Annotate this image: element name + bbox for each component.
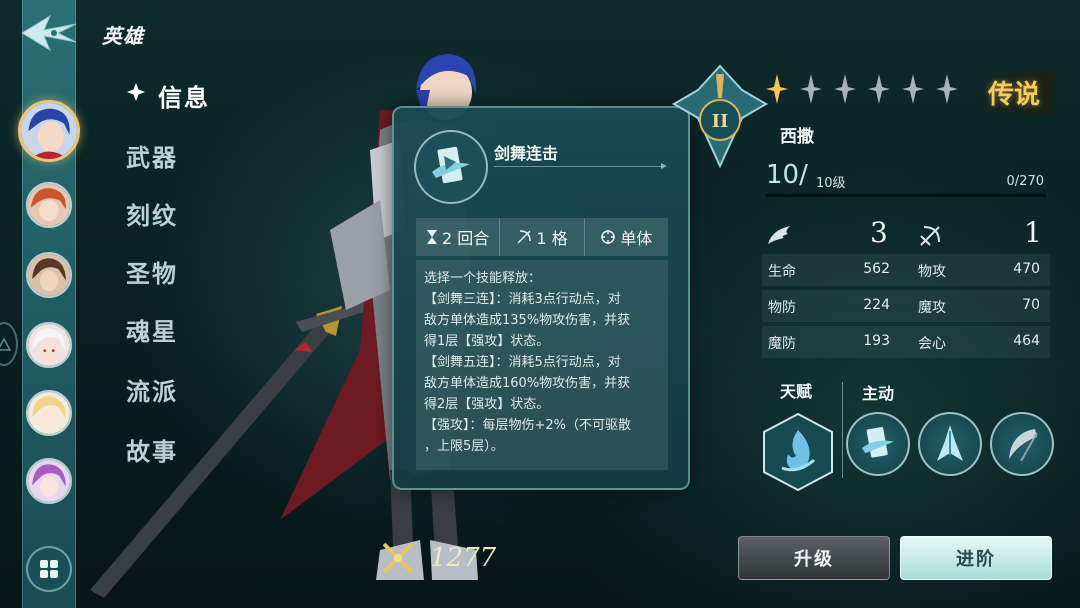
card-swirl-skill-icon <box>432 146 470 184</box>
skill-cooldown-value: 2 回合 <box>442 229 490 248</box>
hourglass-icon <box>427 230 438 244</box>
hero-level: 10/ <box>766 160 808 190</box>
skill-divider-vertical <box>842 382 843 478</box>
skill-description-line: 得1层【强攻】状态。 <box>424 334 550 349</box>
hero-avatar-1[interactable] <box>18 100 80 162</box>
skill-description-line: 【剑舞三连】：消耗3点行动点，对 <box>424 292 621 307</box>
talent-skill-button[interactable] <box>758 412 838 492</box>
crossed-swords-icon <box>382 542 414 574</box>
crosshair-icon <box>601 230 616 244</box>
skill-range: 1 格 <box>500 218 585 256</box>
active-skill-2-button[interactable] <box>918 412 982 476</box>
star-empty-icon <box>800 74 822 104</box>
attack-range-value: 1 <box>1024 216 1042 249</box>
star-empty-icon <box>936 74 958 104</box>
hero-avatar-3[interactable] <box>26 252 72 298</box>
side-ring-icon <box>0 322 18 366</box>
hero-portrait-icon <box>28 184 70 226</box>
skill-target: 单体 <box>585 218 668 256</box>
skill-name: 剑舞连击 <box>494 144 559 163</box>
upgrade-button[interactable]: 升级 <box>738 536 890 580</box>
skill-range-value: 1 格 <box>536 229 568 248</box>
back-button[interactable] <box>14 10 84 56</box>
hero-avatar-6[interactable] <box>26 458 72 504</box>
ice-spire-skill-icon <box>937 425 963 461</box>
hero-list-rail <box>22 0 76 608</box>
movement-value: 3 <box>870 216 888 249</box>
wing-icon <box>768 226 790 244</box>
combat-power-value: 1277 <box>430 543 497 573</box>
rank-emblem-icon: II <box>672 64 768 168</box>
patk-label: 物攻 <box>918 264 946 280</box>
skill-icon-wrap <box>414 130 488 204</box>
skill-target-value: 单体 <box>620 229 653 248</box>
crit-label: 会心 <box>918 336 946 352</box>
bow-icon <box>517 230 532 244</box>
hero-level-max: 10级 <box>816 176 846 191</box>
star-empty-icon <box>834 74 856 104</box>
hero-portrait-icon <box>21 103 77 159</box>
skill-description-line: 选择一个技能释放： <box>424 271 542 286</box>
rank-numeral: II <box>712 111 729 132</box>
hero-name: 西撒 <box>780 127 814 147</box>
star-empty-icon <box>902 74 924 104</box>
hero-avatar-4[interactable] <box>26 322 72 368</box>
skill-divider <box>494 163 667 169</box>
bow-range-icon <box>920 226 940 246</box>
active-skill-1-button[interactable] <box>846 412 910 476</box>
hp-value: 562 <box>863 261 890 277</box>
menu-grid-button[interactable] <box>26 546 72 592</box>
matk-value: 70 <box>1022 297 1040 313</box>
star-rating <box>766 74 958 104</box>
rarity-badge: 传说 <box>972 70 1054 114</box>
skill-description-line: ，上限5层）。 <box>424 439 504 454</box>
hero-avatar-2[interactable] <box>26 182 72 228</box>
grid-icon <box>40 560 58 578</box>
attr-row-move: 3 1 <box>762 216 1050 252</box>
exp-counter: 0/270 <box>1006 174 1044 189</box>
skill-description-line: 【剑舞五连】：消耗5点行动点，对 <box>424 355 621 370</box>
hero-portrait-icon <box>28 392 70 434</box>
skill-stat-row: 2 回合 1 格 单体 <box>416 218 668 256</box>
combat-power: 1277 <box>380 540 496 576</box>
matk-label: 魔攻 <box>918 300 946 316</box>
hero-portrait-icon <box>28 324 70 366</box>
active-skill-3-button[interactable] <box>990 412 1054 476</box>
crescent-slash-skill-icon <box>1009 429 1038 462</box>
page-title: 英雄 <box>102 24 144 48</box>
exp-bar <box>766 194 1046 197</box>
star-filled-icon <box>766 74 788 104</box>
skill-description-line: 【强攻】：每层物伤+2%（不可驱散 <box>424 418 632 433</box>
patk-value: 470 <box>1013 261 1040 277</box>
mdef-value: 193 <box>863 333 890 349</box>
skill-detail-panel: 剑舞连击 2 回合 1 格 单体 选择一个技能释放： 【剑舞三连】：消耗3点行动… <box>392 106 690 490</box>
winged-arrow-back-icon <box>21 14 77 52</box>
skill-description: 选择一个技能释放： 【剑舞三连】：消耗3点行动点，对 敌方单体造成135%物攻伤… <box>416 260 668 470</box>
hero-portrait-icon <box>28 254 70 296</box>
attribute-panel: 3 1 生命 562 物攻 470 物防 224 魔攻 70 魔防 193 会心… <box>762 216 1050 358</box>
skill-description-line: 敌方单体造成160%物攻伤害，并获 <box>424 376 631 391</box>
hero-portrait-icon <box>28 460 70 502</box>
attr-row-3: 魔防 193 会心 464 <box>762 326 1050 358</box>
hp-label: 生命 <box>768 264 796 280</box>
advance-button[interactable]: 进阶 <box>900 536 1052 580</box>
pdef-label: 物防 <box>768 300 796 316</box>
skill-description-line: 得2层【强攻】状态。 <box>424 397 550 412</box>
card-swirl-skill-icon <box>862 427 894 458</box>
attr-row-2: 物防 224 魔攻 70 <box>762 290 1050 322</box>
talent-section-title: 天赋 <box>780 382 813 401</box>
attr-row-1: 生命 562 物攻 470 <box>762 254 1050 286</box>
pdef-value: 224 <box>863 297 890 313</box>
active-section-title: 主动 <box>862 384 895 403</box>
skill-description-line: 敌方单体造成135%物攻伤害，并获 <box>424 313 631 328</box>
hero-avatar-5[interactable] <box>26 390 72 436</box>
crit-value: 464 <box>1013 333 1040 349</box>
blue-flame-icon <box>763 412 833 492</box>
mdef-label: 魔防 <box>768 336 796 352</box>
star-empty-icon <box>868 74 890 104</box>
skill-cooldown: 2 回合 <box>416 218 501 256</box>
